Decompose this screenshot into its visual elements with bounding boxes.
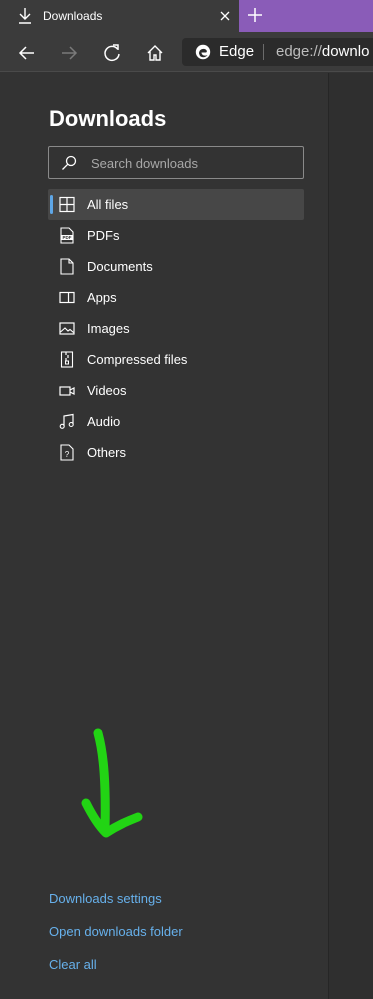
svg-text:PDF: PDF (63, 235, 72, 240)
nav-item-label: PDFs (87, 228, 120, 243)
download-icon (19, 8, 31, 24)
selected-indicator (50, 195, 53, 214)
downloads-settings-link[interactable]: Downloads settings (49, 891, 162, 906)
document-icon (60, 258, 74, 275)
nav-item-label: Apps (87, 290, 117, 305)
down-arrow-annotation-icon (81, 728, 143, 838)
nav-item-label: Documents (87, 259, 153, 274)
url-scheme: edge:// (276, 43, 322, 60)
nav-item-label: Compressed files (87, 352, 188, 367)
nav-item-label: Others (87, 445, 127, 460)
nav-item-label: All files (87, 197, 129, 212)
nav-item-audio[interactable]: Audio (48, 406, 304, 437)
nav-item-documents[interactable]: Documents (48, 251, 304, 282)
nav-item-videos[interactable]: Videos (48, 375, 304, 406)
forward-icon[interactable] (59, 43, 79, 63)
tab-downloads[interactable]: Downloads (0, 0, 239, 32)
nav-item-label: Videos (87, 383, 127, 398)
nav-item-images[interactable]: Images (48, 313, 304, 344)
page-title: Downloads (49, 106, 167, 131)
close-tab-icon[interactable] (218, 9, 232, 23)
audio-icon (59, 413, 74, 429)
search-icon (62, 155, 77, 170)
new-tab-icon[interactable] (246, 6, 264, 24)
address-url: edge://downlo (276, 43, 369, 60)
address-separator (263, 44, 264, 60)
home-icon[interactable] (145, 43, 165, 63)
zip-icon (60, 351, 74, 368)
nav-item-others[interactable]: ? Others (48, 437, 304, 468)
unknown-file-icon: ? (60, 444, 74, 461)
nav-item-label: Images (87, 321, 130, 336)
search-input[interactable] (89, 153, 294, 173)
address-bar[interactable]: Edge edge://downlo (182, 38, 373, 66)
back-icon[interactable] (17, 43, 37, 63)
tab-title: Downloads (43, 9, 103, 23)
downloads-list-pane (329, 73, 373, 999)
app-icon (59, 291, 75, 304)
address-brand: Edge (219, 43, 255, 60)
clear-all-link[interactable]: Clear all (49, 957, 97, 972)
nav-item-label: Audio (87, 414, 121, 429)
nav-item-apps[interactable]: Apps (48, 282, 304, 313)
grid-icon (59, 196, 75, 213)
pdf-icon: PDF (60, 227, 74, 244)
image-icon (59, 322, 75, 335)
nav-item-pdfs[interactable]: PDF PDFs (48, 220, 304, 251)
nav-item-all-files[interactable]: All files (48, 189, 304, 220)
open-downloads-folder-link[interactable]: Open downloads folder (49, 924, 183, 939)
edge-logo-icon (195, 44, 211, 60)
category-nav: All files PDF PDFs Documents Apps Images (48, 189, 304, 468)
search-box[interactable] (48, 146, 304, 179)
svg-text:?: ? (65, 450, 70, 459)
refresh-icon[interactable] (102, 43, 122, 63)
tab-strip: Downloads (0, 0, 373, 32)
url-host: downlo (321, 43, 370, 60)
nav-item-compressed-files[interactable]: Compressed files (48, 344, 304, 375)
video-icon (59, 386, 75, 396)
